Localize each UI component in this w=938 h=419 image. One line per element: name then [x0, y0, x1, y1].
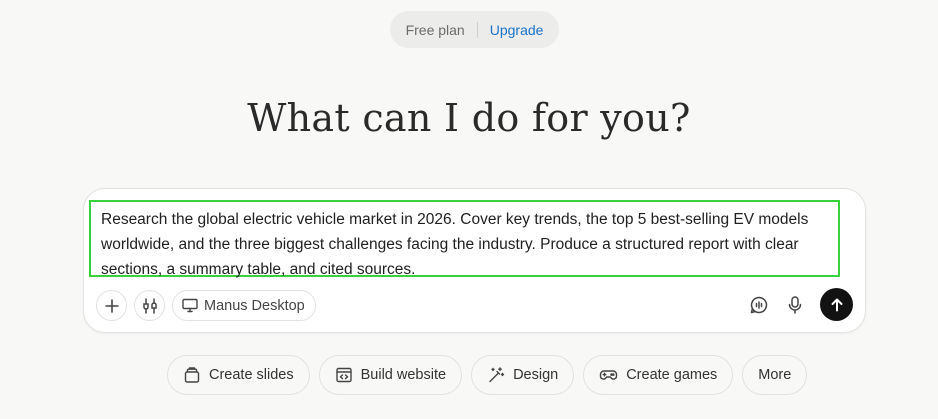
chip-label: Create slides	[209, 367, 294, 383]
prompt-input[interactable]: Research the global electric vehicle mar…	[89, 200, 840, 278]
upgrade-link[interactable]: Upgrade	[478, 22, 544, 38]
microphone-button[interactable]	[784, 294, 806, 316]
create-slides-chip[interactable]: Create slides	[167, 355, 310, 395]
chip-label: More	[758, 367, 792, 383]
composer: Research the global electric vehicle mar…	[83, 188, 866, 333]
composer-right-tools	[748, 288, 853, 321]
design-chip[interactable]: Design	[471, 355, 575, 395]
manus-desktop-button[interactable]: Manus Desktop	[172, 290, 316, 321]
composer-tool-row: Manus Desktop	[96, 289, 316, 322]
plus-icon	[104, 298, 120, 314]
chip-label: Create games	[626, 367, 718, 383]
free-plan-label: Free plan	[405, 21, 465, 38]
add-button[interactable]	[96, 290, 127, 321]
connectors-button[interactable]	[134, 290, 165, 321]
magic-wand-icon	[487, 366, 505, 384]
microphone-icon	[786, 295, 804, 315]
gamepad-icon	[599, 366, 618, 384]
monitor-icon	[182, 298, 198, 313]
build-website-chip[interactable]: Build website	[318, 355, 463, 395]
voice-chat-button[interactable]	[748, 294, 770, 316]
chip-label: Build website	[360, 367, 447, 383]
chip-label: Design	[513, 367, 559, 383]
connectors-icon	[141, 297, 159, 315]
voice-chat-icon	[749, 295, 769, 315]
more-chip[interactable]: More	[742, 355, 808, 395]
plan-pill: Free plan Upgrade	[390, 11, 559, 48]
manus-desktop-label: Manus Desktop	[204, 297, 305, 314]
create-games-chip[interactable]: Create games	[583, 355, 734, 395]
send-button[interactable]	[820, 288, 853, 321]
suggestion-chips: Create slides Build website Design Creat…	[167, 355, 808, 395]
slides-icon	[183, 366, 201, 384]
page-title: What can I do for you?	[247, 96, 691, 140]
website-icon	[335, 366, 353, 384]
arrow-up-icon	[829, 297, 845, 313]
